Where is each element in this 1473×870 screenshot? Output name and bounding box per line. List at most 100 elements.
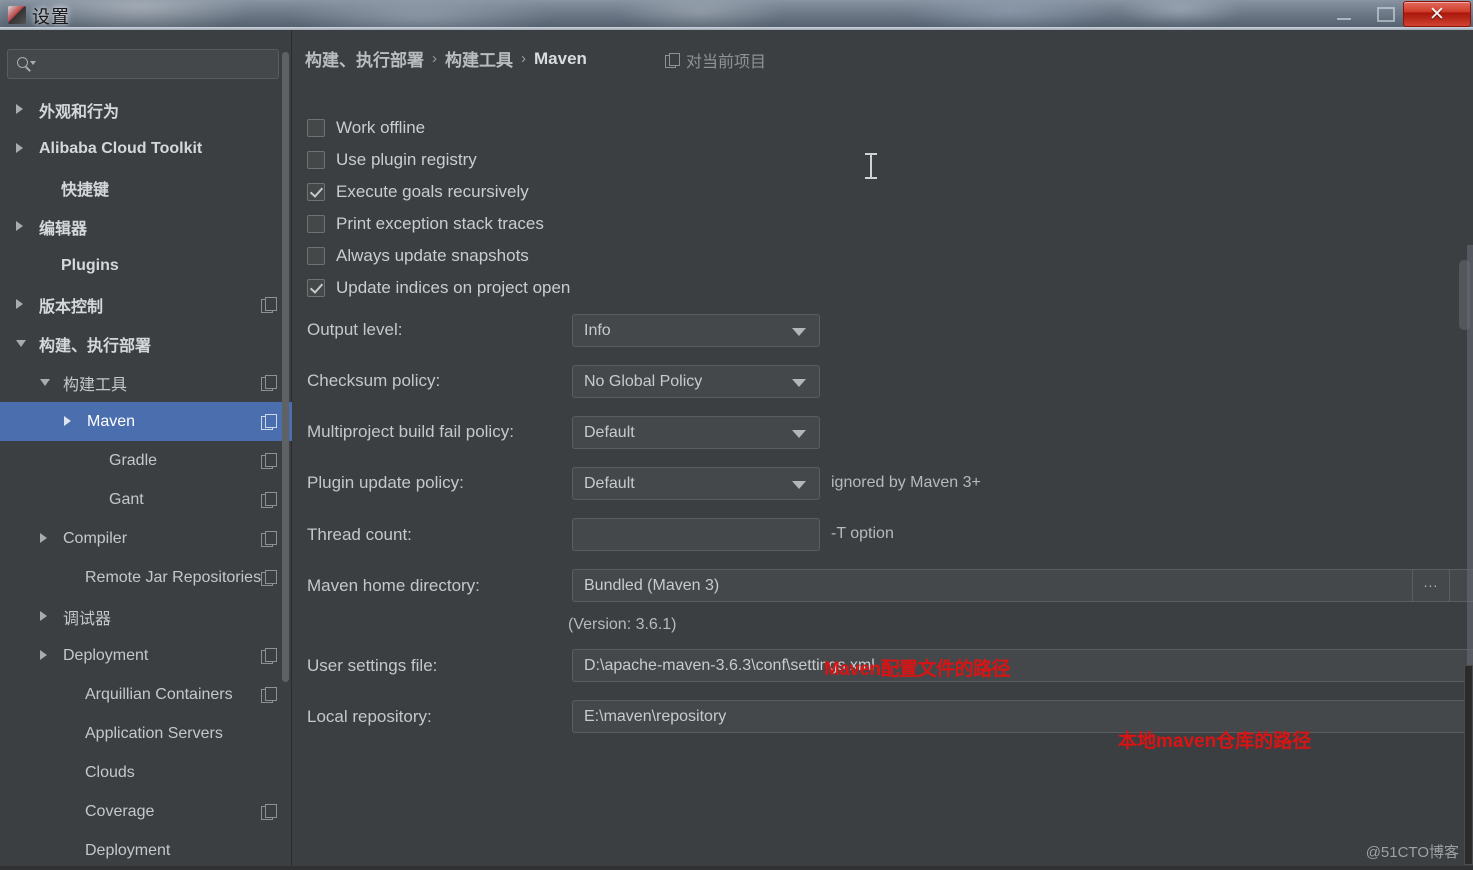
project-scope-label: 对当前项目	[686, 54, 767, 71]
chevron-right-icon[interactable]	[40, 611, 47, 621]
sidebar-item-deployment[interactable]: Deployment	[0, 831, 292, 870]
search-box[interactable]	[7, 49, 279, 79]
search-input[interactable]	[38, 50, 276, 78]
chevron-right-icon[interactable]	[16, 143, 23, 153]
sidebar-item-[interactable]: 外观和行为	[0, 90, 292, 129]
sidebar-item-maven[interactable]: Maven	[0, 402, 292, 441]
chevron-down-icon[interactable]	[792, 481, 806, 489]
sidebar-item-plugins[interactable]: Plugins	[0, 246, 292, 285]
maven-home-browse-button[interactable]: ...	[1412, 569, 1450, 602]
combo-checksum-policy:[interactable]: No Global Policy	[572, 365, 820, 398]
checkbox-row-use-plugin-registry[interactable]: Use plugin registry	[307, 150, 477, 170]
copy-icon	[261, 375, 277, 391]
sidebar-item-[interactable]: 调试器	[0, 597, 292, 636]
checkbox[interactable]	[307, 279, 325, 297]
combo-label: Output level:	[307, 320, 403, 339]
checkbox[interactable]	[307, 183, 325, 201]
breadcrumb-separator-1: ›	[521, 50, 526, 67]
sidebar-item-label: 构建工具	[63, 376, 128, 394]
close-button[interactable]: ✕	[1403, 1, 1471, 27]
sidebar-item-label: Coverage	[85, 802, 155, 820]
sidebar-item-alibaba-cloud-toolkit[interactable]: Alibaba Cloud Toolkit	[0, 129, 292, 168]
maven-home-row: Maven home directory:	[307, 576, 480, 596]
thread-count-row: Thread count:	[307, 525, 412, 545]
chevron-down-icon[interactable]	[16, 340, 26, 347]
checkbox-label: Use plugin registry	[336, 150, 477, 169]
sidebar-item-gant[interactable]: Gant	[0, 480, 292, 519]
maximize-button[interactable]	[1369, 4, 1399, 22]
thread-count-input[interactable]	[572, 518, 820, 551]
watermark: @51CTO博客	[1365, 844, 1459, 861]
chevron-right-icon[interactable]	[16, 221, 23, 231]
window-bottom-edge	[0, 866, 1473, 870]
combo-multiproject-build-fail-policy:[interactable]: Default	[572, 416, 820, 449]
checkbox-label: Work offline	[336, 118, 426, 137]
chevron-right-icon[interactable]	[40, 650, 47, 660]
chevron-right-icon[interactable]	[64, 416, 71, 426]
sidebar-item-[interactable]: 编辑器	[0, 207, 292, 246]
checkbox-row-execute-goals-recursively[interactable]: Execute goals recursively	[307, 182, 529, 202]
user-settings-input[interactable]: D:\apache-maven-3.6.3\conf\settings.xml	[572, 649, 1473, 682]
sidebar-item-application-servers[interactable]: Application Servers	[0, 714, 292, 753]
local-repository-input[interactable]: E:\maven\repository	[572, 700, 1473, 733]
app-icon	[8, 6, 26, 24]
checkbox-row-always-update-snapshots[interactable]: Always update snapshots	[307, 246, 529, 266]
checkbox-row-print-exception-stack-traces[interactable]: Print exception stack traces	[307, 214, 544, 234]
checkbox[interactable]	[307, 151, 325, 169]
breadcrumb-item-0[interactable]: 构建、执行部署	[305, 46, 424, 71]
sidebar-item-[interactable]: 快捷键	[0, 168, 292, 207]
checkbox-row-work-offline[interactable]: Work offline	[307, 118, 425, 138]
sidebar-item-clouds[interactable]: Clouds	[0, 753, 292, 792]
window-scrollbar-track[interactable]	[1467, 245, 1473, 665]
sidebar-item-arquillian-containers[interactable]: Arquillian Containers	[0, 675, 292, 714]
titlebar-glass-blur	[0, 0, 1473, 30]
minimize-button[interactable]	[1327, 6, 1361, 22]
combo-plugin-update-policy:[interactable]: Default	[572, 467, 820, 500]
combo-row-plugin-update-policy-: Plugin update policy:	[307, 473, 464, 493]
sidebar-item-deployment[interactable]: Deployment	[0, 636, 292, 675]
sidebar-item-remote-jar-repositories[interactable]: Remote Jar Repositories	[0, 558, 292, 597]
sidebar-item-coverage[interactable]: Coverage	[0, 792, 292, 831]
checkbox[interactable]	[307, 247, 325, 265]
window-scrollbar-lower[interactable]	[1464, 665, 1473, 865]
chevron-right-icon[interactable]	[16, 104, 23, 114]
sidebar-item-[interactable]: 版本控制	[0, 285, 292, 324]
checkbox-row-update-indices-on-project-open[interactable]: Update indices on project open	[307, 278, 570, 298]
maven-settings-panel: 构建、执行部署 › 构建工具 › Maven 对当前项目 Work offlin…	[293, 30, 1473, 870]
breadcrumb: 构建、执行部署 › 构建工具 › Maven	[305, 46, 587, 71]
combo-row-multiproject-build-fail-policy-: Multiproject build fail policy:	[307, 422, 514, 442]
sidebar-item-label: 构建、执行部署	[39, 337, 152, 355]
chevron-down-icon[interactable]	[40, 379, 50, 386]
combo-label: Multiproject build fail policy:	[307, 422, 514, 441]
thread-count-hint: -T option	[831, 525, 894, 542]
maven-home-value: Bundled (Maven 3)	[584, 576, 720, 594]
ellipsis-icon: ...	[1423, 574, 1439, 590]
combo-row-checksum-policy-: Checksum policy:	[307, 371, 440, 391]
sidebar-item-[interactable]: 构建工具	[0, 363, 292, 402]
breadcrumb-item-1[interactable]: 构建工具	[445, 46, 513, 71]
sidebar-item-compiler[interactable]: Compiler	[0, 519, 292, 558]
checkbox-label: Update indices on project open	[336, 278, 571, 297]
checkbox[interactable]	[307, 215, 325, 233]
sidebar-item-[interactable]: 构建、执行部署	[0, 324, 292, 363]
chevron-down-icon[interactable]	[792, 379, 806, 387]
sidebar-item-gradle[interactable]: Gradle	[0, 441, 292, 480]
combo-hint: ignored by Maven 3+	[831, 474, 981, 491]
copy-icon	[261, 531, 277, 547]
sidebar-item-label: Gradle	[109, 451, 158, 469]
sidebar-scrollbar-thumb[interactable]	[282, 52, 289, 682]
combo-output-level:[interactable]: Info	[572, 314, 820, 347]
sidebar-scrollbar[interactable]	[282, 30, 289, 870]
settings-tree[interactable]: 外观和行为 Alibaba Cloud Toolkit 快捷键 编辑器 Plugins 版…	[0, 90, 292, 870]
breadcrumb-separator-0: ›	[432, 50, 437, 67]
maven-home-combo[interactable]: Bundled (Maven 3)	[572, 569, 1473, 602]
chevron-right-icon[interactable]	[16, 299, 23, 309]
sidebar-item-label: Application Servers	[85, 724, 223, 742]
copy-icon	[261, 492, 277, 508]
checkbox[interactable]	[307, 119, 325, 137]
copy-icon	[261, 570, 277, 586]
chevron-right-icon[interactable]	[40, 533, 47, 543]
chevron-down-icon[interactable]	[792, 328, 806, 336]
page-title: Maven	[534, 48, 587, 68]
chevron-down-icon[interactable]	[792, 430, 806, 438]
